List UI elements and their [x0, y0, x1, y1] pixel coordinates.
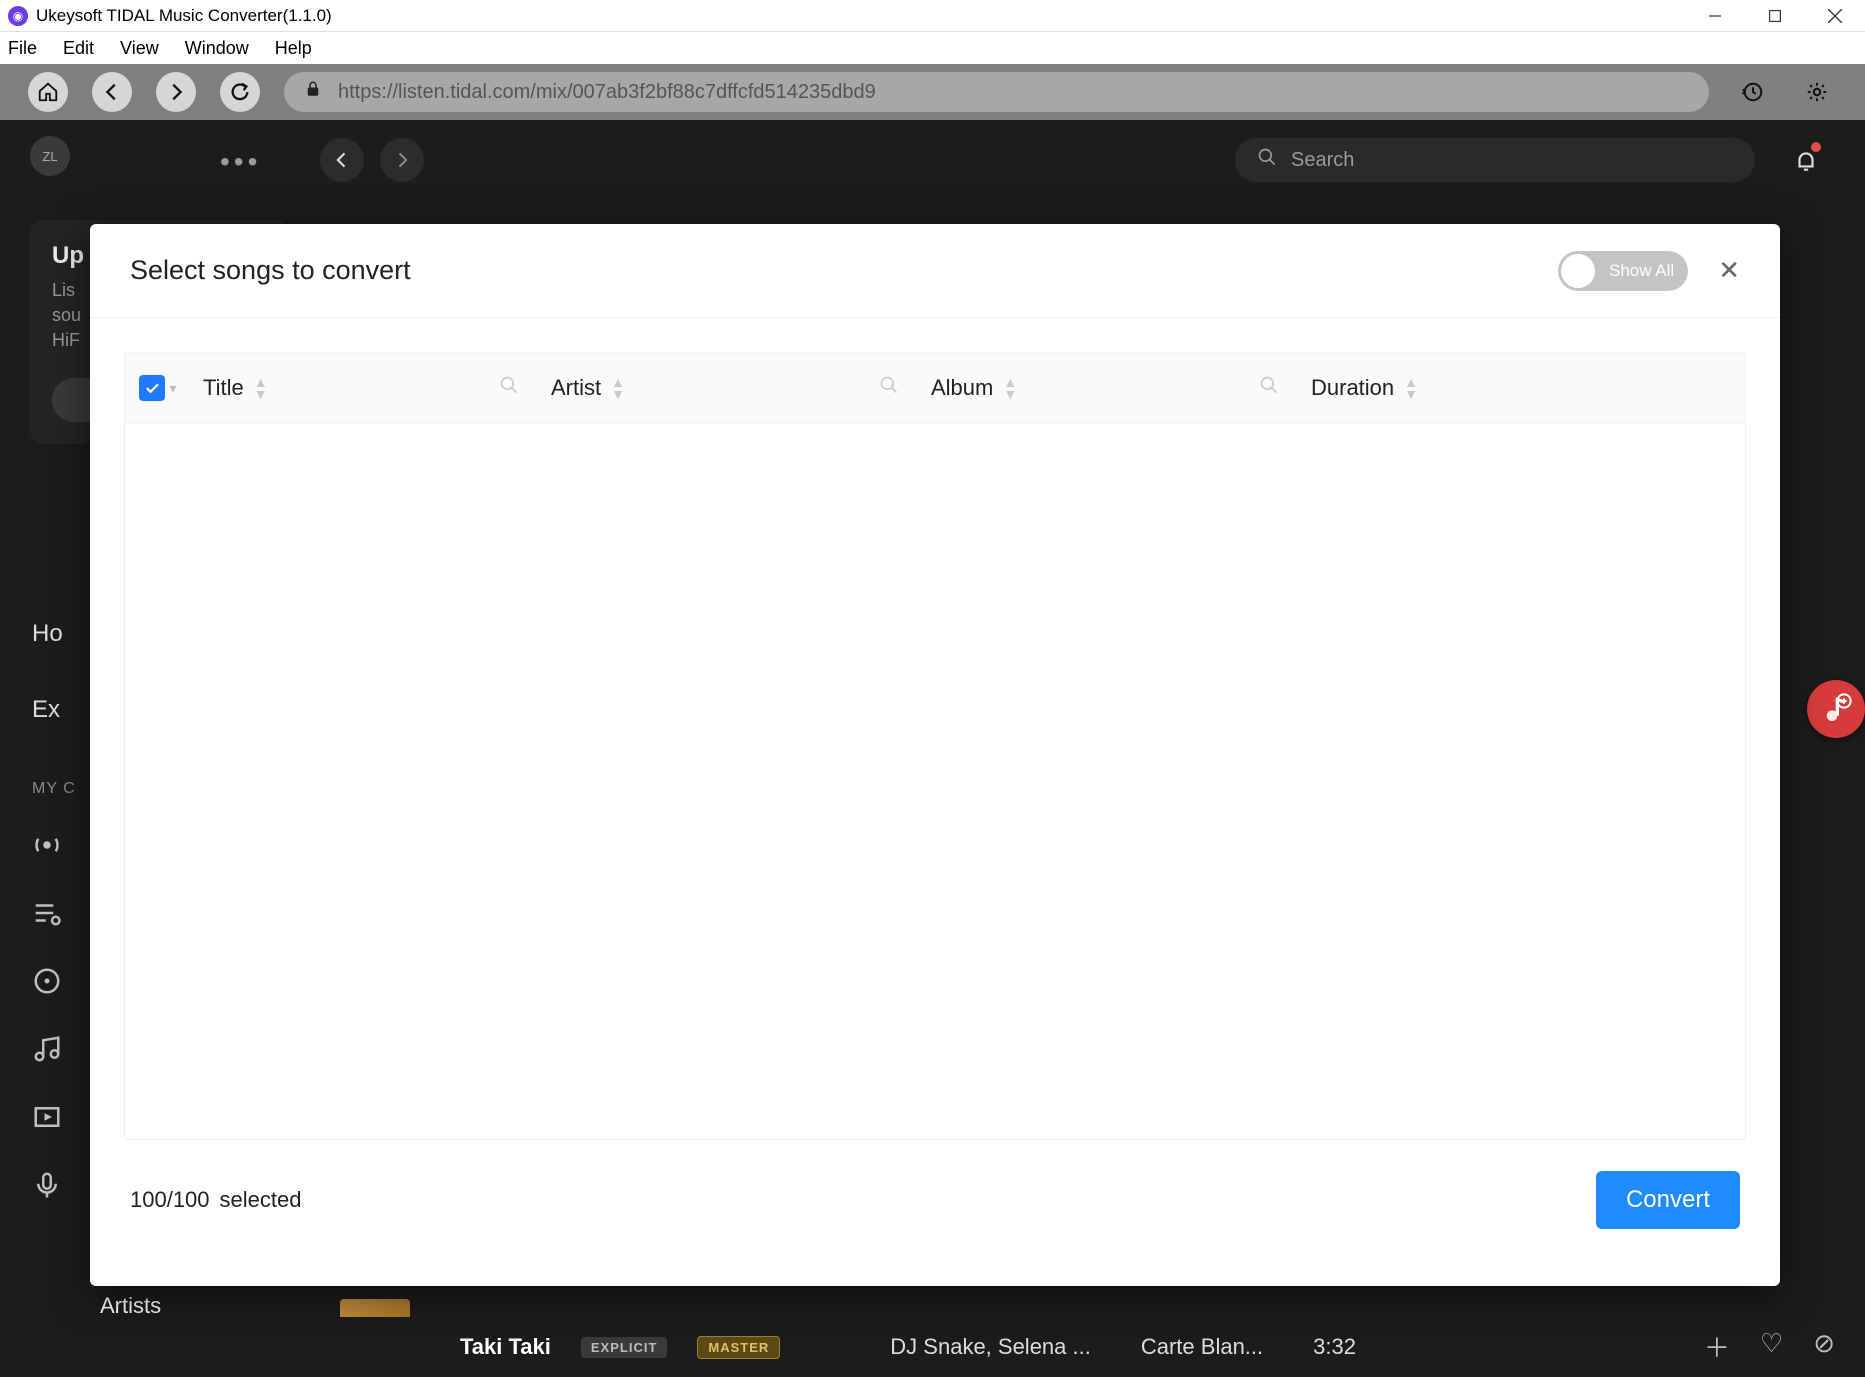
show-all-toggle[interactable]: Show All	[1558, 251, 1688, 291]
player-actions: ＋ ♡ ⊘	[1704, 1328, 1835, 1365]
tidal-forward-button[interactable]	[380, 138, 424, 182]
master-badge: MASTER	[697, 1336, 780, 1359]
tidal-search[interactable]: Search	[1235, 138, 1755, 182]
player-album[interactable]: Carte Blan...	[1141, 1334, 1263, 1360]
browser-toolbar: https://listen.tidal.com/mix/007ab3f2bf8…	[0, 64, 1865, 120]
title-bar: ◉ Ukeysoft TIDAL Music Converter(1.1.0)	[0, 0, 1865, 32]
tidal-header: ZL ••• Search	[0, 120, 1865, 200]
back-button[interactable]	[92, 72, 132, 112]
modal-close-button[interactable]: ✕	[1718, 255, 1740, 286]
settings-button[interactable]	[1797, 72, 1837, 112]
select-all-cell: ▾	[125, 375, 191, 401]
table-header: ▾ Title ▲▼ Artist ▲▼ Album	[124, 352, 1746, 424]
selection-number: 100/100	[130, 1187, 210, 1213]
search-icon[interactable]	[1259, 375, 1279, 401]
explicit-badge: EXPLICIT	[581, 1337, 668, 1358]
selection-count: 100/100 selected	[130, 1187, 301, 1213]
app-icon: ◉	[8, 6, 28, 26]
floating-convert-button[interactable]	[1807, 680, 1865, 738]
select-all-checkbox[interactable]	[139, 375, 165, 401]
sidebar-explore[interactable]: Ex	[0, 696, 60, 724]
block-icon[interactable]: ⊘	[1813, 1328, 1835, 1365]
history-button[interactable]	[1733, 72, 1773, 112]
avatar[interactable]: ZL	[30, 136, 70, 176]
minimize-button[interactable]	[1685, 0, 1745, 32]
reload-button[interactable]	[220, 72, 260, 112]
home-button[interactable]	[28, 72, 68, 112]
live-icon[interactable]	[32, 830, 62, 860]
heart-icon[interactable]: ♡	[1760, 1328, 1783, 1365]
table-body: Company (feat. A B... Remy Ma,A Boogie W…	[124, 424, 1746, 1140]
video-icon[interactable]	[32, 1102, 62, 1132]
notification-dot-icon	[1811, 142, 1821, 152]
sort-icon: ▲▼	[1404, 376, 1418, 400]
table-scroll[interactable]: Company (feat. A B... Remy Ma,A Boogie W…	[125, 424, 1745, 1139]
sidebar-icons	[32, 830, 62, 1200]
menu-bar: File Edit View Window Help	[0, 32, 1865, 64]
column-duration[interactable]: Duration ▲▼	[1299, 375, 1745, 401]
more-icon[interactable]: •••	[220, 146, 261, 178]
column-title-label: Title	[203, 375, 244, 401]
sidebar-section-label: MY C	[32, 780, 76, 798]
add-icon[interactable]: ＋	[1704, 1328, 1730, 1365]
songs-table: ▾ Title ▲▼ Artist ▲▼ Album	[124, 352, 1746, 1140]
column-duration-label: Duration	[1311, 375, 1394, 401]
modal-footer: 100/100 selected Convert	[90, 1140, 1780, 1260]
playlist-icon[interactable]	[32, 898, 62, 928]
forward-button[interactable]	[156, 72, 196, 112]
column-artist[interactable]: Artist ▲▼	[539, 375, 919, 401]
app-title: Ukeysoft TIDAL Music Converter(1.1.0)	[36, 6, 332, 26]
music-note-icon[interactable]	[32, 1034, 62, 1064]
selection-label: selected	[220, 1187, 302, 1213]
search-placeholder: Search	[1291, 149, 1354, 172]
search-icon[interactable]	[499, 375, 519, 401]
tidal-back-button[interactable]	[320, 138, 364, 182]
column-title[interactable]: Title ▲▼	[191, 375, 539, 401]
menu-window[interactable]: Window	[185, 38, 249, 59]
toggle-knob-icon	[1561, 254, 1595, 288]
select-songs-modal: Select songs to convert Show All ✕ ▾ Tit…	[90, 224, 1780, 1286]
sort-icon: ▲▼	[1003, 376, 1017, 400]
sort-icon: ▲▼	[611, 376, 625, 400]
player-artists[interactable]: DJ Snake, Selena ...	[890, 1334, 1091, 1360]
menu-file[interactable]: File	[8, 38, 37, 59]
maximize-button[interactable]	[1745, 0, 1805, 32]
menu-help[interactable]: Help	[275, 38, 312, 59]
url-bar[interactable]: https://listen.tidal.com/mix/007ab3f2bf8…	[284, 72, 1709, 112]
lock-icon	[304, 80, 322, 104]
modal-title: Select songs to convert	[130, 255, 411, 286]
mic-icon[interactable]	[32, 1170, 62, 1200]
sidebar-home[interactable]: Ho	[0, 620, 63, 648]
url-text: https://listen.tidal.com/mix/007ab3f2bf8…	[338, 81, 876, 104]
menu-edit[interactable]: Edit	[63, 38, 94, 59]
main-area: ZL ••• Search Up Lis sou HiF	[0, 120, 1865, 1377]
player-time: 3:32	[1313, 1334, 1356, 1360]
sort-icon: ▲▼	[254, 376, 268, 400]
player-track-title[interactable]: Taki Taki	[460, 1334, 551, 1360]
close-button[interactable]	[1805, 0, 1865, 32]
search-icon[interactable]	[879, 375, 899, 401]
column-album-label: Album	[931, 375, 993, 401]
window-controls	[1685, 0, 1865, 32]
select-menu-chevron-icon[interactable]: ▾	[169, 380, 176, 397]
modal-header: Select songs to convert Show All ✕	[90, 224, 1780, 318]
column-album[interactable]: Album ▲▼	[919, 375, 1299, 401]
menu-view[interactable]: View	[120, 38, 159, 59]
column-artist-label: Artist	[551, 375, 601, 401]
player-bar: Taki Taki EXPLICIT MASTER DJ Snake, Sele…	[0, 1317, 1865, 1377]
disc-icon[interactable]	[32, 966, 62, 996]
convert-button[interactable]: Convert	[1596, 1171, 1740, 1229]
search-icon	[1257, 147, 1277, 173]
toggle-label: Show All	[1609, 261, 1674, 281]
notifications-button[interactable]	[1787, 142, 1825, 180]
